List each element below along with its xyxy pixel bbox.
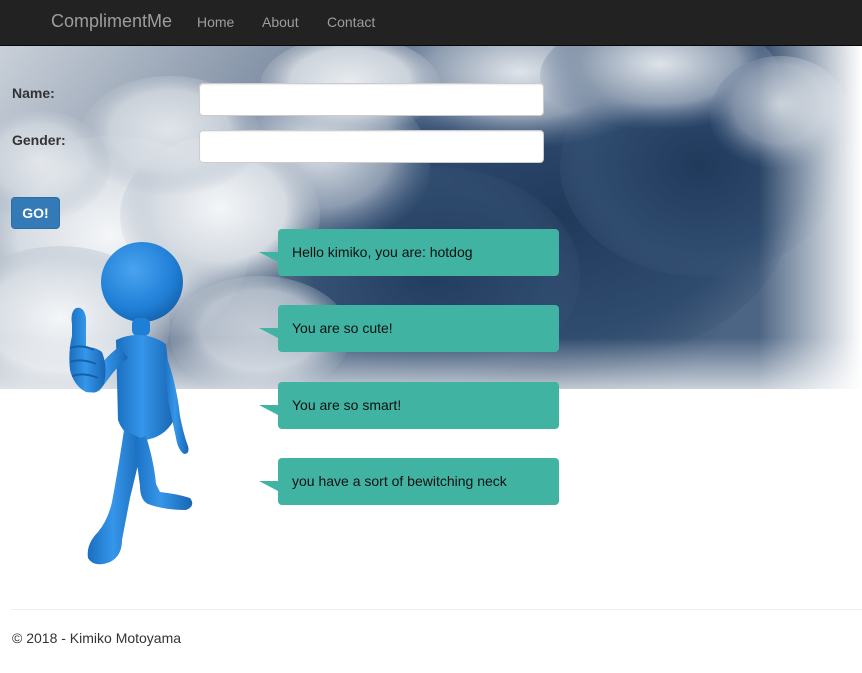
nav-link-about[interactable]: About: [262, 13, 299, 31]
footer-divider: [11, 609, 862, 610]
gender-input[interactable]: [199, 130, 544, 163]
footer-copyright: © 2018 - Kimiko Motoyama: [12, 630, 182, 646]
compliment-bubble: You are so smart!: [259, 382, 559, 429]
name-label: Name:: [12, 85, 55, 101]
compliment-bubble: you have a sort of bewitching neck: [259, 458, 559, 505]
go-button[interactable]: GO!: [11, 197, 60, 229]
name-input[interactable]: [199, 83, 544, 116]
nav-link-home[interactable]: Home: [197, 13, 234, 31]
page: ComplimentMe Home About Contact Name: Ge…: [0, 0, 862, 673]
thumbs-up-figure-icon: [64, 240, 194, 570]
compliment-bubble: You are so cute!: [259, 305, 559, 352]
compliment-bubble: Hello kimiko, you are: hotdog: [259, 229, 559, 276]
brand-link[interactable]: ComplimentMe: [51, 11, 172, 31]
nav-link-contact[interactable]: Contact: [327, 13, 375, 31]
gender-label: Gender:: [12, 132, 66, 148]
navbar: ComplimentMe Home About Contact: [0, 0, 862, 46]
